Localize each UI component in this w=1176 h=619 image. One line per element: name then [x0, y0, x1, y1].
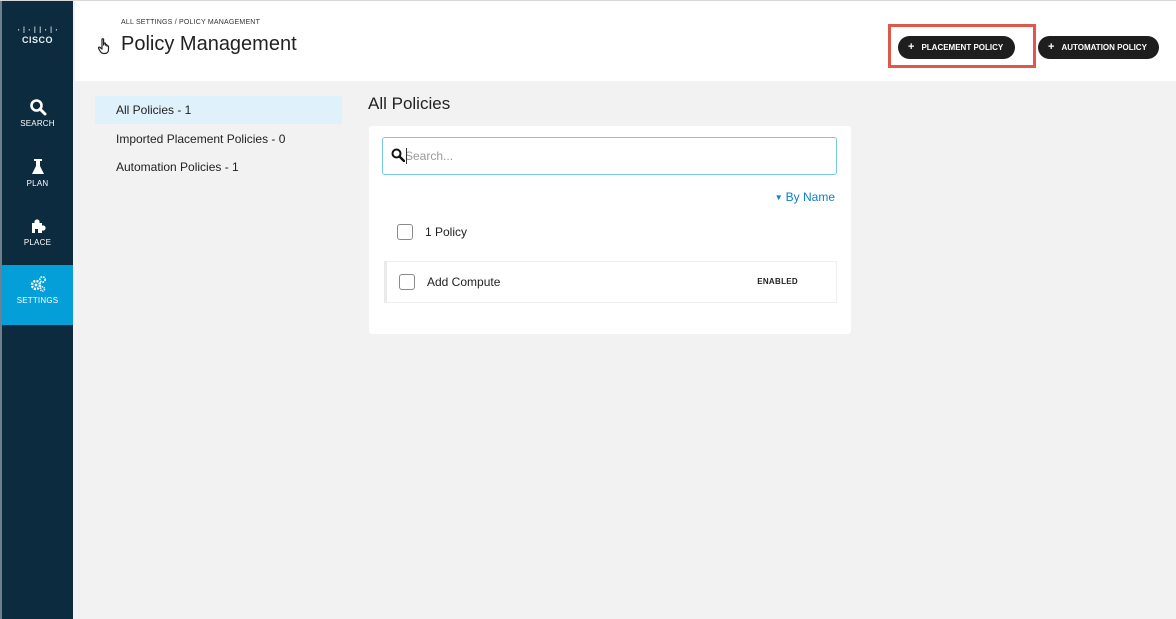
gears-icon	[30, 276, 46, 292]
select-all-row: 1 Policy	[397, 223, 817, 243]
nav-item-label: PLAN	[26, 179, 49, 188]
policy-checkbox[interactable]	[399, 274, 415, 290]
filter-all-policies[interactable]: All Policies - 1	[95, 96, 342, 124]
plus-icon: +	[1048, 41, 1055, 53]
nav-item-place[interactable]: PLACE	[2, 207, 73, 265]
text-cursor	[406, 148, 407, 164]
main-heading: All Policies	[368, 94, 451, 113]
nav-item-label: PLACE	[23, 238, 52, 247]
nav-item-search[interactable]: SEARCH	[2, 88, 73, 146]
policy-filter-nav: All Policies - 1 Imported Placement Poli…	[95, 96, 342, 187]
policy-name: Add Compute	[427, 275, 501, 289]
flask-icon	[31, 159, 44, 174]
cisco-logo: ·ǀ·ǀǀ·ǀ· CISCO	[2, 26, 73, 46]
caret-down-icon: ▼	[774, 193, 783, 202]
cisco-logo-bars: ·ǀ·ǀǀ·ǀ·	[15, 26, 60, 36]
page-header: ALL SETTINGS / POLICY MANAGEMENT Policy …	[75, 1, 1176, 81]
add-placement-policy-button[interactable]: + PLACEMENT POLICY	[898, 36, 1016, 59]
hand-pointer-icon	[97, 38, 110, 55]
filter-imported-placement-policies[interactable]: Imported Placement Policies - 0	[95, 131, 342, 151]
policy-list-card: ▼By Name 1 Policy Add Compute ENABLED	[369, 126, 851, 334]
policy-status: ENABLED	[757, 277, 798, 286]
plus-icon: +	[908, 41, 915, 53]
filter-automation-policies[interactable]: Automation Policies - 1	[95, 159, 342, 179]
nav-item-plan[interactable]: PLAN	[2, 148, 73, 206]
policy-row[interactable]: Add Compute ENABLED	[384, 261, 837, 303]
search-icon	[391, 148, 405, 162]
nav-item-label: SEARCH	[20, 119, 55, 128]
app-window: ·ǀ·ǀǀ·ǀ· CISCO SEARCH PLAN PLACE SETTING…	[0, 0, 1176, 619]
nav-item-label: SETTINGS	[16, 296, 59, 305]
cisco-logo-text: CISCO	[21, 35, 53, 45]
breadcrumb: ALL SETTINGS / POLICY MANAGEMENT	[121, 19, 261, 26]
sort-label: By Name	[785, 190, 835, 204]
search-field[interactable]	[382, 137, 837, 175]
select-all-checkbox[interactable]	[397, 224, 413, 240]
sort-by-name-toggle[interactable]: ▼ By Name	[775, 190, 835, 204]
puzzle-icon	[31, 219, 46, 233]
search-input[interactable]	[405, 146, 825, 166]
policy-count-label: 1 Policy	[425, 225, 468, 239]
button-label: PLACEMENT POLICY	[921, 43, 1004, 52]
button-label: AUTOMATION POLICY	[1061, 43, 1147, 52]
search-icon	[29, 99, 46, 116]
page-title: Policy Management	[121, 33, 297, 55]
add-automation-policy-button[interactable]: + AUTOMATION POLICY	[1038, 36, 1159, 59]
left-nav: ·ǀ·ǀǀ·ǀ· CISCO SEARCH PLAN PLACE SETTING…	[0, 1, 73, 619]
nav-item-settings[interactable]: SETTINGS	[2, 265, 73, 325]
